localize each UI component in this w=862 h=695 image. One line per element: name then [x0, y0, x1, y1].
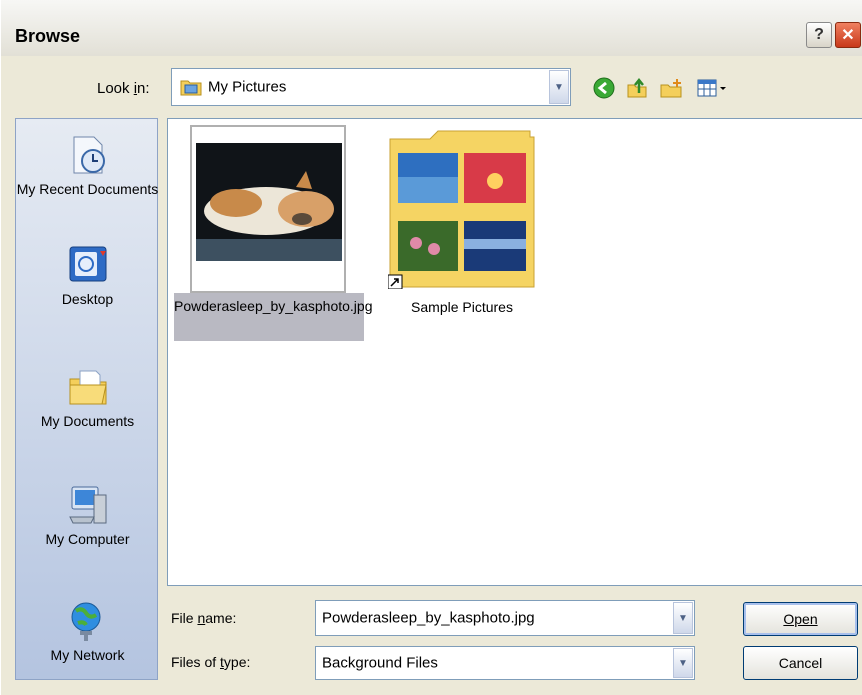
browse-dialog: Browse ? ✕ Look in: My Pictures ▼ My Rec…: [0, 0, 862, 695]
place-desktop[interactable]: Desktop: [16, 243, 159, 308]
place-label: My Computer: [45, 531, 130, 547]
open-button-label: Open: [783, 611, 818, 627]
file-type-field-label: Files of type:: [171, 654, 251, 670]
places-bar: My Recent Documents Desktop My Documents: [15, 118, 158, 680]
views-menu-button[interactable]: [695, 76, 731, 100]
close-button[interactable]: ✕: [835, 22, 861, 48]
file-name-dropdown-arrow[interactable]: ▼: [673, 602, 693, 634]
my-network-icon: [71, 602, 100, 641]
window-title: Browse: [15, 26, 81, 46]
my-documents-icon: [69, 370, 107, 405]
sample-pictures-folder-icon: [388, 130, 535, 289]
new-folder-icon: [660, 79, 682, 98]
my-pictures-folder-icon: [180, 80, 202, 96]
recent-documents-icon: [73, 136, 105, 174]
file-name-input[interactable]: Powderasleep_by_kasphoto.jpg: [322, 610, 535, 627]
back-arrow-icon: [593, 77, 615, 99]
up-one-level-button[interactable]: [624, 76, 650, 100]
views-grid-icon: [697, 79, 726, 97]
new-folder-button[interactable]: [658, 76, 684, 100]
look-in-value: My Pictures: [208, 78, 287, 96]
file-list-view[interactable]: Powderasleep_by_kasphoto.jpg Sample Pict…: [167, 118, 862, 586]
back-button[interactable]: [591, 76, 617, 100]
help-button[interactable]: ?: [806, 22, 832, 48]
cancel-button[interactable]: Cancel: [743, 646, 858, 680]
file-type-combobox[interactable]: Background Files ▼: [315, 646, 695, 680]
title-bar[interactable]: Browse ? ✕: [1, 0, 862, 56]
file-type-dropdown-arrow[interactable]: ▼: [673, 648, 693, 678]
image-thumbnail: [190, 125, 346, 293]
folder-name-label: Sample Pictures: [411, 299, 513, 315]
look-in-combobox[interactable]: My Pictures ▼: [171, 68, 571, 106]
look-in-label: Look in:: [97, 80, 150, 97]
up-folder-icon: [627, 77, 647, 98]
open-button[interactable]: Open: [743, 602, 858, 636]
place-label: My Network: [50, 647, 125, 663]
place-my-computer[interactable]: My Computer: [16, 483, 159, 548]
place-label: Desktop: [61, 291, 114, 307]
look-in-dropdown-arrow[interactable]: ▼: [549, 70, 569, 104]
place-my-recent-documents[interactable]: My Recent Documents: [16, 133, 159, 198]
file-name-field-label: File name:: [171, 610, 237, 626]
place-label: My Recent Documents: [16, 181, 159, 197]
sleeping-cat-photo: [196, 143, 342, 261]
place-my-documents[interactable]: My Documents: [16, 365, 159, 430]
file-name-label: Powderasleep_by_kasphoto.jpg: [174, 293, 372, 341]
my-computer-icon: [68, 486, 106, 524]
file-type-value: Background Files: [322, 654, 438, 672]
file-name-combobox[interactable]: Powderasleep_by_kasphoto.jpg ▼: [315, 600, 695, 636]
desktop-icon: [69, 246, 106, 282]
place-my-network[interactable]: My Network: [16, 599, 159, 664]
place-label: My Documents: [40, 413, 135, 429]
